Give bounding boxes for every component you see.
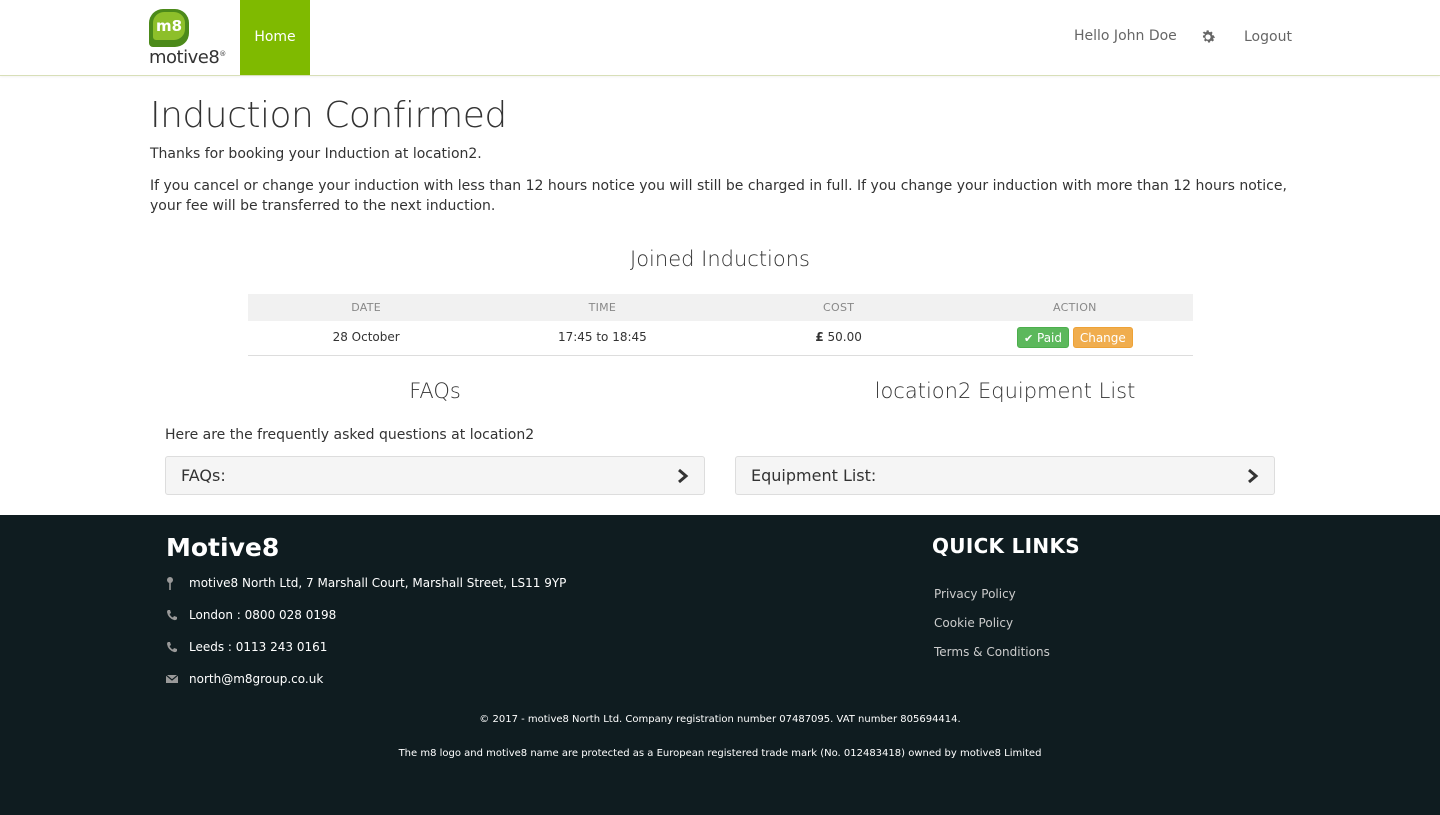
phone-icon (166, 641, 178, 653)
column-header-date: DATE (351, 301, 382, 314)
terms-conditions-link[interactable]: Terms & Conditions (934, 645, 1050, 659)
logo-badge-text: m8 (153, 12, 185, 40)
faqs-accordion-toggle[interactable]: FAQs: (165, 456, 705, 495)
column-header-time: TIME (588, 301, 617, 314)
check-icon: ✔ (1023, 332, 1034, 345)
inductions-table: DATE TIME COST ACTION 28 October 17:45 t… (248, 294, 1193, 356)
table-header: DATE TIME COST ACTION (248, 294, 1193, 321)
settings-gear-icon[interactable] (1199, 28, 1217, 46)
booking-thanks-text: Thanks for booking your Induction at loc… (150, 146, 482, 162)
pound-sign: £ (815, 330, 824, 344)
paid-label: Paid (1037, 331, 1063, 345)
footer-brand: Motive8 (166, 533, 280, 562)
page-title: Induction Confirmed (150, 95, 507, 136)
email-link[interactable]: north@m8group.co.uk (189, 672, 323, 686)
chevron-right-icon (1247, 468, 1259, 484)
leeds-phone-text[interactable]: Leeds : 0113 243 0161 (189, 640, 327, 654)
induction-cost: 50.00 (827, 330, 862, 344)
column-header-cost: COST (823, 301, 855, 314)
equipment-panel-label: Equipment List: (751, 466, 877, 485)
user-greeting[interactable]: Hello John Doe (1074, 28, 1177, 44)
induction-cost-cell: £ 50.00 (721, 321, 957, 355)
footer: Motive8 motive8 North Ltd, 7 Marshall Co… (0, 515, 1440, 815)
table-row: 28 October 17:45 to 18:45 £ 50.00 ✔ Paid… (248, 321, 1193, 356)
trademark-text: The m8 logo and motive8 name are protect… (398, 748, 1042, 759)
envelope-icon (165, 673, 179, 685)
cookie-policy-link[interactable]: Cookie Policy (934, 616, 1013, 630)
change-button[interactable]: Change (1072, 327, 1133, 348)
equipment-accordion-toggle[interactable]: Equipment List: (735, 456, 1275, 495)
motive8-logo[interactable]: m8 motive8® (149, 9, 227, 69)
joined-inductions-heading: Joined Inductions (630, 247, 810, 271)
column-header-action: ACTION (1053, 301, 1097, 314)
induction-actions: ✔ Paid Change (957, 321, 1193, 355)
footer-address-text: motive8 North Ltd, 7 Marshall Court, Mar… (189, 576, 567, 590)
london-phone-text[interactable]: London : 0800 028 0198 (189, 608, 336, 622)
cancellation-policy-text: If you cancel or change your induction w… (150, 178, 1287, 214)
paid-button[interactable]: ✔ Paid (1016, 327, 1070, 348)
quick-links-heading: QUICK LINKS (932, 534, 1080, 558)
faqs-panel-label: FAQs: (181, 466, 226, 485)
copyright-text: © 2017 - motive8 North Ltd. Company regi… (479, 714, 961, 725)
nav-home-link[interactable]: Home (240, 0, 310, 75)
induction-time: 17:45 to 18:45 (557, 330, 647, 344)
equipment-list-heading: location2 Equipment List (874, 379, 1136, 403)
privacy-policy-link[interactable]: Privacy Policy (934, 587, 1016, 601)
logo-badge: m8 (149, 9, 189, 47)
faqs-intro-text: Here are the frequently asked questions … (165, 427, 535, 443)
induction-date: 28 October (332, 330, 400, 344)
map-pin-icon (166, 577, 178, 590)
navbar: m8 motive8® Home Hello John Doe Logout (0, 0, 1440, 76)
logout-link[interactable]: Logout (1244, 29, 1292, 45)
chevron-right-icon (677, 468, 689, 484)
faqs-heading: FAQs (409, 379, 461, 403)
logo-word-text: motive8 (149, 47, 220, 68)
phone-icon (166, 609, 178, 621)
logo-wordmark: motive8® (149, 47, 226, 68)
